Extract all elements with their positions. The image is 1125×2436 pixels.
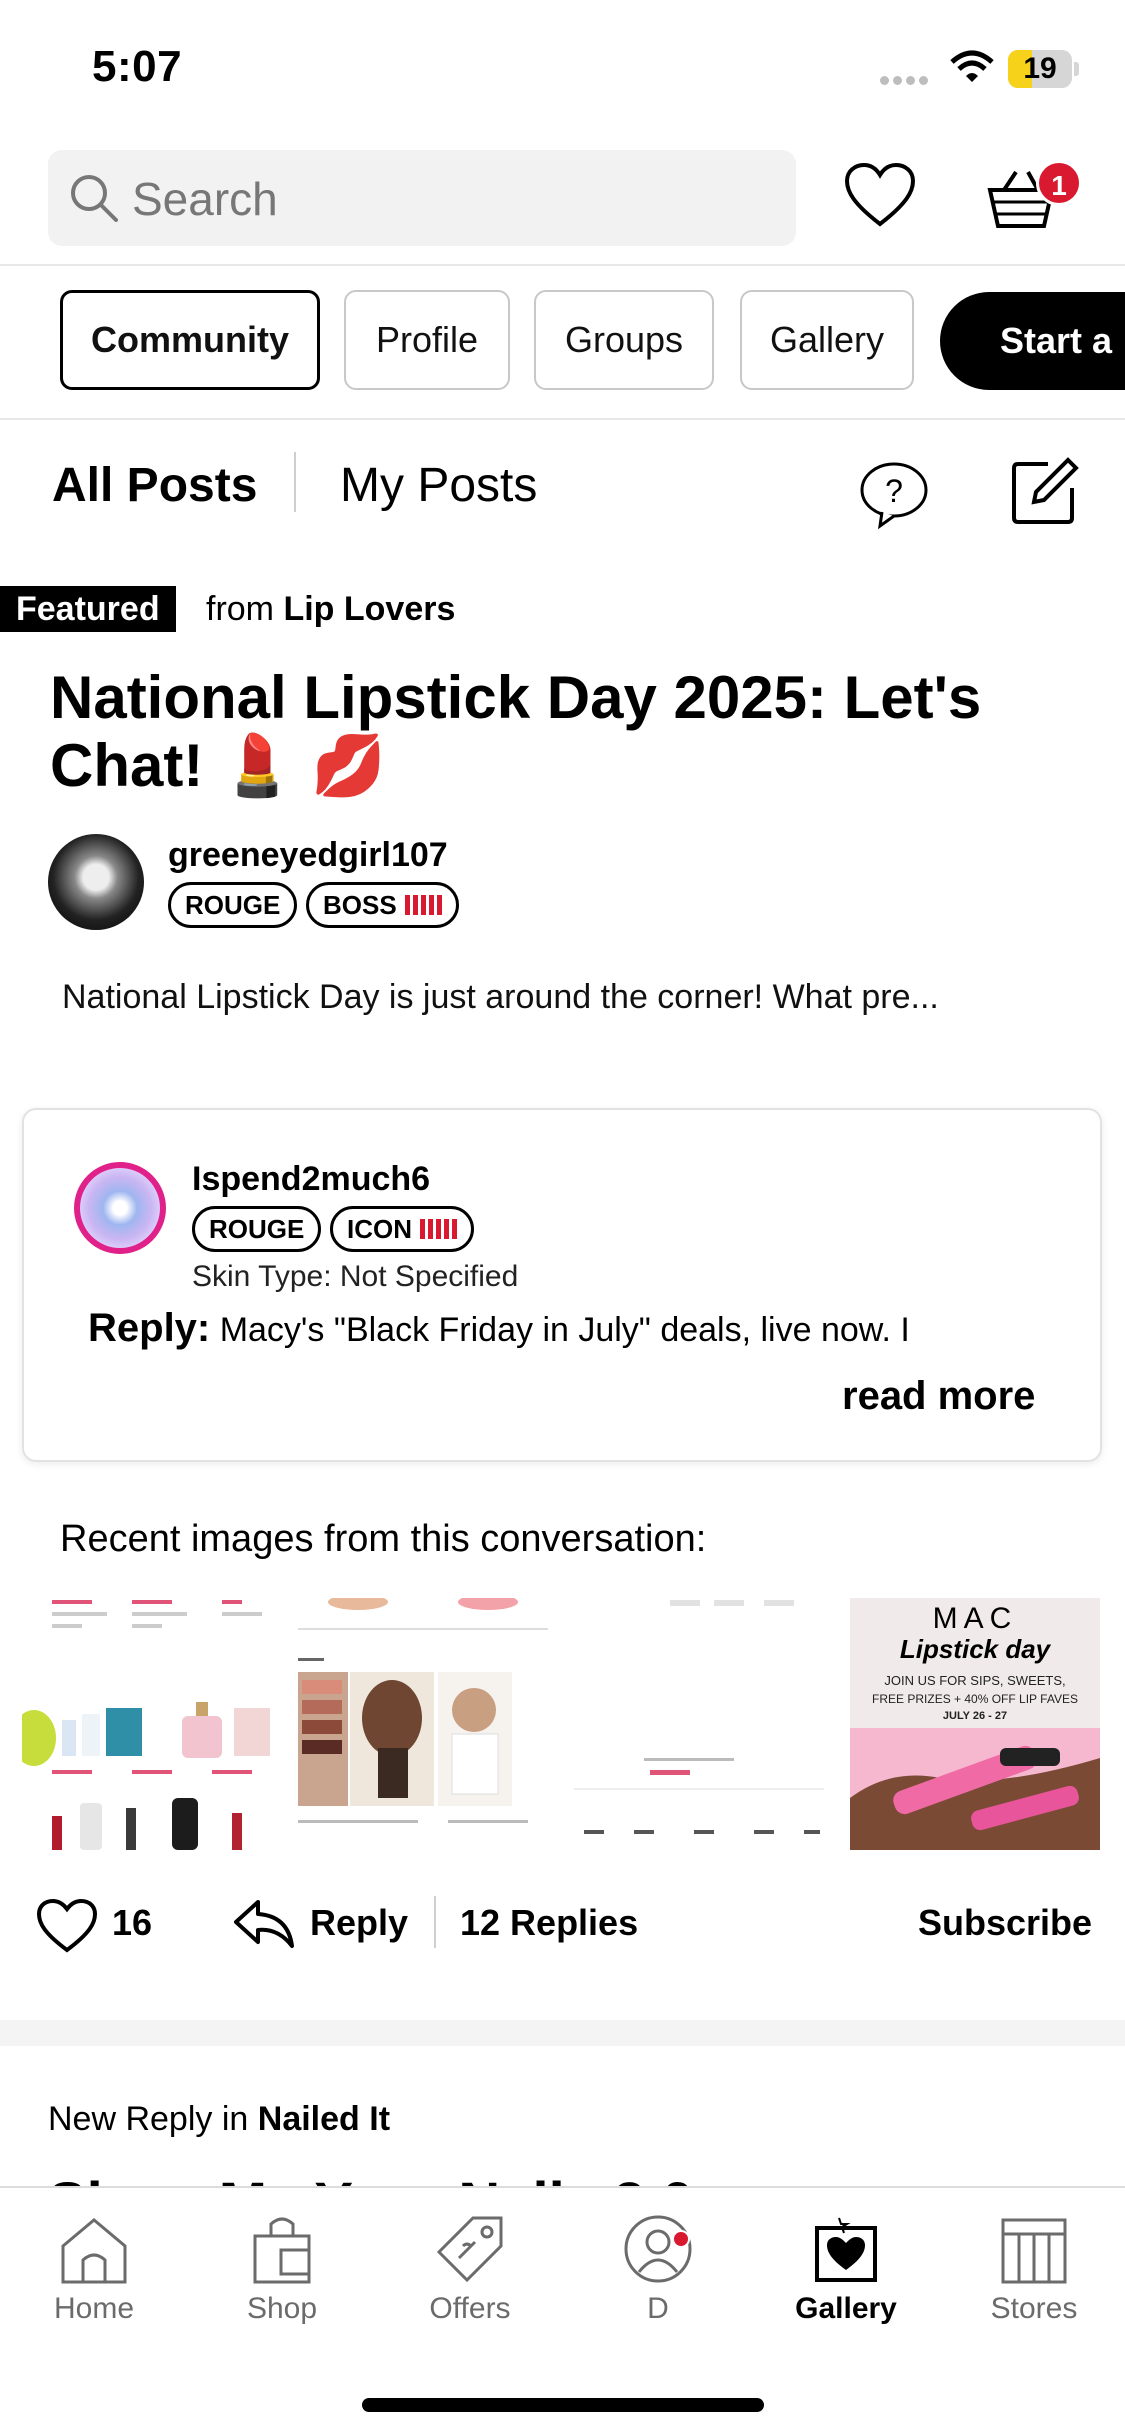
nav-stores[interactable]: Stores <box>940 2212 1125 2326</box>
search-input[interactable]: Search <box>48 150 796 246</box>
reply-preview: Reply: Macy's "Black Friday in July" dea… <box>88 1306 910 1351</box>
product-page-image <box>574 1598 824 1850</box>
nav-shop-label: Shop <box>246 2292 318 2325</box>
reply-button[interactable]: Reply <box>310 1902 408 1944</box>
nav-gallery[interactable]: Gallery <box>752 2212 940 2326</box>
like-count: 16 <box>112 1902 153 1943</box>
tab-gallery[interactable]: Gallery <box>740 290 914 390</box>
nav-home-label: Home <box>53 2292 135 2325</box>
nav-gallery-label: Gallery <box>795 2292 897 2325</box>
search-icon <box>71 175 118 222</box>
nav-stores-label: Stores <box>990 2292 1078 2325</box>
level-badge-label: BOSS <box>323 889 397 920</box>
tabs-divider <box>0 418 1125 420</box>
gallery-thumbnail[interactable] <box>22 1598 272 1850</box>
reply-level-badge-label: ICON <box>347 1213 412 1244</box>
nav-offers-label: Offers <box>429 2292 511 2325</box>
gallery-icon <box>815 2217 877 2282</box>
skin-type: Skin Type: Not Specified <box>192 1260 519 1293</box>
profile-icon <box>624 2215 692 2283</box>
tab-community-label: Community <box>91 319 289 360</box>
svg-text:?: ? <box>885 473 903 509</box>
tab-profile-label: Profile <box>375 319 479 360</box>
reply-text: Macy's "Black Friday in July" deals, liv… <box>219 1311 910 1349</box>
tab-gallery-label: Gallery <box>769 319 885 360</box>
post-separator <box>0 2020 1125 2046</box>
nav-shop[interactable]: Shop <box>188 2212 376 2326</box>
search-placeholder: Search <box>132 173 278 225</box>
nav-offers[interactable]: Offers <box>376 2212 564 2326</box>
subscribe-button[interactable]: Subscribe <box>918 1902 1092 1944</box>
like-heart-icon[interactable] <box>36 1898 98 1954</box>
reply-level-badge: ICON <box>330 1206 474 1252</box>
nav-profile[interactable]: D <box>564 2212 752 2326</box>
reply-rank-badge: ROUGE <box>192 1206 322 1252</box>
rank-badge-label: ROUGE <box>185 889 281 920</box>
swatch-photos-image <box>298 1598 548 1850</box>
battery-level: 19 <box>1023 52 1057 85</box>
gallery-thumbnail[interactable]: MAC Lipstick day JOIN US FOR SIPS, SWEET… <box>850 1598 1100 1850</box>
nav-profile-label: D <box>647 2292 669 2325</box>
mac-title: Lipstick day <box>899 1634 1051 1664</box>
gallery-thumbnail[interactable] <box>574 1598 824 1850</box>
home-icon <box>61 2218 127 2284</box>
group-name: Lip Lovers <box>283 590 456 628</box>
author-username[interactable]: greeneyedgirl107 <box>168 836 448 875</box>
mac-brand: MAC <box>932 1602 1018 1635</box>
recent-images-heading: Recent images from this conversation: <box>60 1518 707 1560</box>
posts-switch-divider <box>294 452 296 512</box>
from-prefix: from <box>206 590 274 628</box>
reply-level-bars-icon <box>420 1219 457 1239</box>
favorites-heart-icon[interactable] <box>844 162 916 228</box>
featured-source[interactable]: from Lip Lovers <box>206 590 455 629</box>
next-post-group: Nailed It <box>257 2100 391 2138</box>
mac-date: JULY 26 - 27 <box>942 1710 1008 1722</box>
avatar[interactable] <box>48 834 144 930</box>
level-bars-icon <box>404 895 442 915</box>
tab-groups[interactable]: Groups <box>534 290 714 390</box>
notification-dot <box>672 2230 690 2248</box>
wifi-icon <box>950 50 994 82</box>
mac-line-1: JOIN US FOR SIPS, SWEETS, <box>884 1673 1066 1688</box>
featured-tag: Featured <box>0 586 176 632</box>
home-indicator[interactable] <box>362 2398 764 2412</box>
battery-tip <box>1074 62 1079 76</box>
status-time: 5:07 <box>92 42 183 91</box>
my-posts-toggle[interactable]: My Posts <box>340 458 537 513</box>
gallery-thumbnail[interactable] <box>298 1598 548 1850</box>
actions-divider <box>434 1896 436 1948</box>
replies-count-link[interactable]: 12 Replies <box>460 1902 638 1944</box>
reply-rank-badge-label: ROUGE <box>209 1213 305 1244</box>
question-bubble-icon[interactable]: ? <box>858 460 930 530</box>
next-post-prefix: New Reply in <box>48 2100 249 2138</box>
level-badge: BOSS <box>306 882 459 928</box>
nav-home[interactable]: Home <box>0 2212 188 2326</box>
post-snippet[interactable]: National Lipstick Day is just around the… <box>62 978 939 1017</box>
bag-icon <box>253 2217 311 2284</box>
next-post-source[interactable]: New Reply in Nailed It <box>48 2100 390 2139</box>
reply-avatar[interactable] <box>74 1162 166 1254</box>
header-divider <box>0 264 1125 266</box>
tab-community[interactable]: Community <box>60 290 320 390</box>
tab-groups-label: Groups <box>564 319 684 360</box>
product-grid-image <box>22 1598 272 1850</box>
compose-icon[interactable] <box>1008 456 1080 528</box>
start-button-label: Start a <box>1000 320 1113 361</box>
tab-profile[interactable]: Profile <box>344 290 510 390</box>
start-conversation-button[interactable]: Start a <box>940 292 1125 390</box>
reply-label: Reply: <box>88 1306 211 1350</box>
post-title[interactable]: National Lipstick Day 2025: Let's Chat! … <box>50 664 1070 800</box>
all-posts-toggle[interactable]: All Posts <box>52 458 257 513</box>
read-more-link[interactable]: read more <box>842 1374 1035 1419</box>
rank-badge: ROUGE <box>168 882 298 928</box>
battery-icon: 19 <box>1008 50 1072 88</box>
reply-arrow-icon[interactable] <box>232 1896 296 1952</box>
lipstick-photo <box>850 1728 1100 1850</box>
mac-line-2: FREE PRIZES + 40% OFF LIP FAVES <box>872 1692 1078 1706</box>
store-icon <box>1001 2218 1067 2284</box>
tag-icon <box>436 2216 503 2283</box>
signal-icon <box>880 72 932 90</box>
cart-count-badge: 1 <box>1036 160 1082 206</box>
reply-author-username[interactable]: Ispend2much6 <box>192 1160 430 1199</box>
